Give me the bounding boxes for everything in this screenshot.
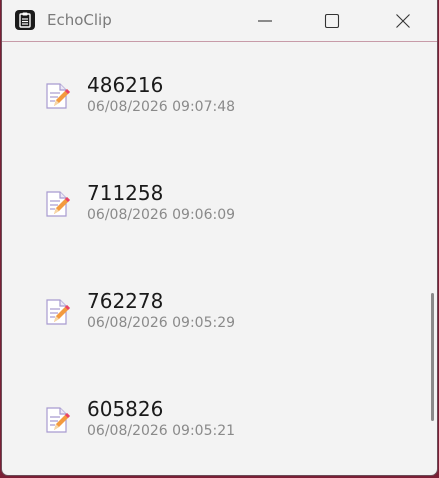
list-item[interactable]: 605826 06/08/2026 09:05:21 xyxy=(2,397,422,457)
list-item[interactable]: 711258 06/08/2026 09:06:09 xyxy=(2,181,422,241)
list-item[interactable]: 486216 06/08/2026 09:07:48 xyxy=(2,73,422,133)
clip-timestamp: 06/08/2026 09:05:21 xyxy=(87,423,236,439)
maximize-button[interactable] xyxy=(309,0,355,42)
text-document-icon xyxy=(46,407,70,433)
scrollbar-thumb[interactable] xyxy=(431,293,434,421)
minimize-icon xyxy=(258,20,272,22)
clip-timestamp: 06/08/2026 09:06:09 xyxy=(87,207,236,223)
clip-timestamp: 06/08/2026 09:07:48 xyxy=(87,99,236,115)
list-item[interactable]: 762278 06/08/2026 09:05:29 xyxy=(2,289,422,349)
clip-text: 711258 xyxy=(87,181,164,205)
window-title: EchoClip xyxy=(47,11,112,29)
maximize-icon xyxy=(324,13,340,29)
text-document-icon xyxy=(46,191,70,217)
close-icon xyxy=(396,14,410,28)
clip-list[interactable]: 486216 06/08/2026 09:07:48 711258 06/08/… xyxy=(2,43,437,475)
close-button[interactable] xyxy=(380,0,426,42)
clip-text: 762278 xyxy=(87,289,164,313)
text-document-icon xyxy=(46,299,70,325)
clipboard-icon xyxy=(15,10,35,30)
app-window: EchoClip 486216 06/08/2026 09:07:48 7112… xyxy=(1,0,438,476)
text-document-icon xyxy=(46,83,70,109)
title-bar[interactable]: EchoClip xyxy=(2,0,437,42)
minimize-button[interactable] xyxy=(242,0,288,42)
clip-text: 486216 xyxy=(87,73,164,97)
clip-text: 605826 xyxy=(87,397,164,421)
clip-timestamp: 06/08/2026 09:05:29 xyxy=(87,315,236,331)
